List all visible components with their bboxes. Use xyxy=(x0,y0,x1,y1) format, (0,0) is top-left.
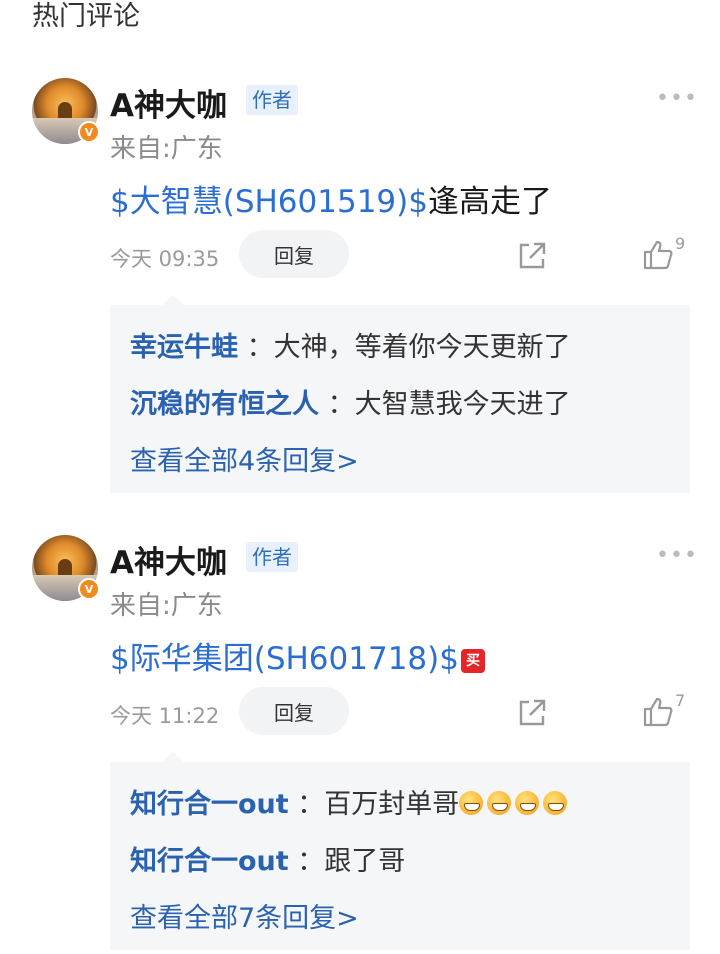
reply-user[interactable]: 知行合一out xyxy=(130,789,289,820)
like-count: 9 xyxy=(675,234,686,253)
reply-separator: ： xyxy=(297,789,325,820)
reply-text: 跟了哥 xyxy=(324,846,406,877)
reply-separator: ： xyxy=(327,389,355,420)
location-label: 来自:广东 xyxy=(110,134,223,164)
reply-thread: 知行合一out ：百万封单哥 知行合一out ：跟了哥 查看全部7条回复> xyxy=(110,752,690,950)
like-icon[interactable] xyxy=(641,238,675,272)
reply-item[interactable]: 幸运牛蛙 ：大神，等着你今天更新了 xyxy=(130,325,571,364)
author-tag: 作者 xyxy=(246,542,298,572)
reply-text: 大智慧我今天进了 xyxy=(354,389,571,420)
comment-time: 今天 09:35 xyxy=(110,247,220,271)
reply-user[interactable]: 幸运牛蛙 xyxy=(130,332,238,363)
grinning-face-icon xyxy=(515,791,540,815)
verified-badge-icon: V xyxy=(78,121,100,143)
share-icon[interactable] xyxy=(516,240,548,272)
reply-user[interactable]: 沉稳的有恒之人 xyxy=(130,389,319,420)
reply-button[interactable]: 回复 xyxy=(239,230,349,278)
reply-separator: ： xyxy=(246,332,274,363)
more-options-icon[interactable]: ••• xyxy=(656,86,698,111)
section-title: 热门评论 xyxy=(32,1,140,32)
buy-badge-icon: 买 xyxy=(460,649,485,673)
reply-item[interactable]: 沉稳的有恒之人 ：大智慧我今天进了 xyxy=(130,382,571,421)
reply-item[interactable]: 知行合一out ：跟了哥 xyxy=(130,839,405,878)
reply-user[interactable]: 知行合一out xyxy=(130,846,289,877)
stock-link[interactable]: $际华集团(SH601718)$ xyxy=(110,641,459,677)
grinning-face-icon xyxy=(459,791,484,815)
author-name[interactable]: A神大咖 xyxy=(110,537,227,582)
author-name[interactable]: A神大咖 xyxy=(110,80,227,125)
share-icon[interactable] xyxy=(516,697,548,729)
comment-text: 逢高走了 xyxy=(427,184,552,220)
reply-item[interactable]: 知行合一out ：百万封单哥 xyxy=(130,782,571,821)
reply-text: 大神，等着你今天更新了 xyxy=(273,332,571,363)
reply-thread: 幸运牛蛙 ：大神，等着你今天更新了 沉稳的有恒之人 ：大智慧我今天进了 查看全部… xyxy=(110,295,690,493)
view-all-replies-link[interactable]: 查看全部7条回复> xyxy=(130,896,359,935)
like-count: 7 xyxy=(675,691,686,710)
reply-button[interactable]: 回复 xyxy=(239,687,349,735)
verified-badge-icon: V xyxy=(78,578,100,600)
author-tag: 作者 xyxy=(246,85,298,115)
grinning-face-icon xyxy=(543,791,568,815)
reply-text: 百万封单哥 xyxy=(324,789,460,820)
comment-body: $大智慧(SH601519)$逢高走了 xyxy=(110,176,552,221)
grinning-face-icon xyxy=(487,791,512,815)
comment-body: $际华集团(SH601718)$ 买 xyxy=(110,633,485,678)
stock-link[interactable]: $大智慧(SH601519)$ xyxy=(110,184,428,220)
comment-time: 今天 11:22 xyxy=(110,704,220,728)
more-options-icon[interactable]: ••• xyxy=(656,543,698,568)
reply-separator: ： xyxy=(297,846,325,877)
location-label: 来自:广东 xyxy=(110,591,223,621)
view-all-replies-link[interactable]: 查看全部4条回复> xyxy=(130,439,359,478)
like-icon[interactable] xyxy=(641,695,675,729)
